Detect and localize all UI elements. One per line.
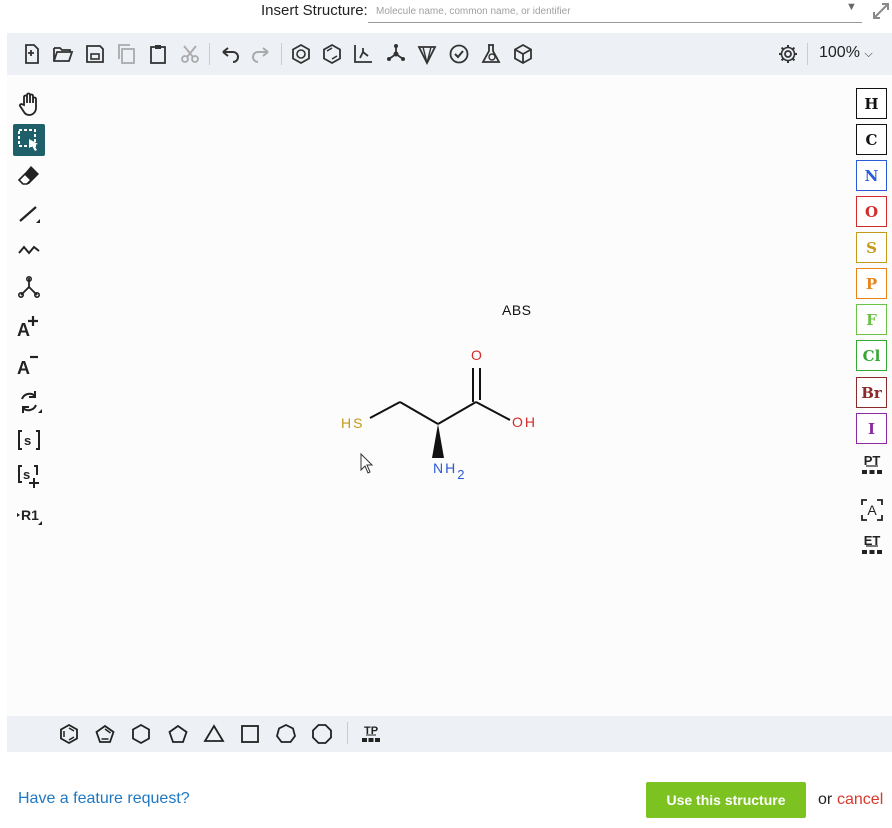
element-h-button[interactable]: H — [856, 88, 887, 119]
atom-nh-subscript: 2 — [457, 466, 467, 482]
expand-icon[interactable] — [870, 0, 892, 22]
calculate-icon[interactable] — [478, 41, 504, 67]
toolbar-divider — [209, 43, 210, 65]
svg-text:s: s — [24, 433, 31, 448]
cyclopentadiene-template-icon[interactable] — [92, 721, 118, 747]
insert-structure-input[interactable] — [368, 0, 862, 23]
zoom-select[interactable]: 100% ⌵ — [819, 44, 873, 62]
element-f-button[interactable]: F — [856, 304, 887, 335]
atom-nh2[interactable]: NH2 — [433, 460, 467, 482]
cyclooctane-template-icon[interactable] — [309, 721, 335, 747]
rgroup-icon[interactable]: R1 — [13, 498, 45, 530]
dearomatize-icon[interactable] — [319, 41, 345, 67]
element-br-button[interactable]: Br — [856, 377, 887, 408]
sgroup-add-icon[interactable]: s — [13, 460, 45, 492]
element-cl-button[interactable]: Cl — [856, 340, 887, 371]
aromatize-icon[interactable] — [288, 41, 314, 67]
benzene-template-icon[interactable] — [56, 721, 82, 747]
svg-text:A: A — [17, 320, 30, 339]
svg-text:R1: R1 — [21, 507, 39, 523]
atom-nh-label: NH — [433, 460, 458, 476]
template-toolbar: TP — [7, 716, 892, 752]
atom-o[interactable]: O — [471, 347, 484, 363]
toolbar-divider — [347, 722, 348, 744]
redo-icon[interactable] — [248, 41, 274, 67]
svg-text:A: A — [867, 502, 877, 518]
hand-icon[interactable] — [13, 88, 45, 120]
element-s-button[interactable]: S — [856, 232, 887, 263]
element-o-button[interactable]: O — [856, 196, 887, 227]
element-n-button[interactable]: N — [856, 160, 887, 191]
charge-plus-icon[interactable]: A — [13, 310, 45, 342]
save-icon[interactable] — [82, 41, 108, 67]
sgroup-icon[interactable]: s — [13, 424, 45, 456]
chain-icon[interactable] — [13, 234, 45, 266]
extended-table-button[interactable]: ET — [856, 530, 887, 560]
feature-request-link[interactable]: Have a feature request? — [18, 790, 190, 808]
element-c-button[interactable]: C — [856, 124, 887, 155]
cancel-link[interactable]: cancel — [837, 791, 883, 809]
new-document-icon[interactable] — [19, 41, 45, 67]
copy-icon[interactable] — [114, 41, 140, 67]
layout-icon[interactable] — [350, 41, 376, 67]
template-bond-icon[interactable] — [13, 272, 45, 304]
toolbar-divider — [807, 43, 808, 65]
left-toolbar: A A s s R1 — [7, 86, 53, 546]
cut-icon[interactable] — [177, 41, 203, 67]
single-bond-icon[interactable] — [13, 198, 45, 230]
template-library-button[interactable]: TP — [358, 721, 384, 747]
eraser-icon[interactable] — [13, 160, 45, 192]
rotate-icon[interactable] — [13, 386, 45, 418]
clean-structure-icon[interactable] — [383, 41, 409, 67]
atom-hs[interactable]: HS — [341, 415, 364, 431]
atom-oh[interactable]: OH — [512, 414, 537, 430]
cyclohexane-template-icon[interactable] — [128, 721, 154, 747]
chevron-down-icon[interactable]: ▼ — [846, 1, 857, 13]
atom-generic-icon[interactable]: A — [856, 495, 887, 525]
element-i-button[interactable]: I — [856, 413, 887, 444]
use-structure-button[interactable]: Use this structure — [646, 782, 806, 818]
cyclobutane-template-icon[interactable] — [237, 721, 263, 747]
settings-gear-icon[interactable] — [775, 41, 801, 67]
element-toolbar: H C N O S P F Cl Br I PT A ET — [852, 86, 892, 566]
element-p-button[interactable]: P — [856, 268, 887, 299]
stereo-icon[interactable] — [414, 41, 440, 67]
svg-text:A: A — [17, 358, 30, 377]
undo-icon[interactable] — [217, 41, 243, 67]
check-structure-icon[interactable] — [446, 41, 472, 67]
cyclopropane-template-icon[interactable] — [201, 721, 227, 747]
toolbar-divider — [281, 43, 282, 65]
drawing-canvas[interactable] — [7, 75, 892, 716]
open-folder-icon[interactable] — [50, 41, 76, 67]
paste-icon[interactable] — [145, 41, 171, 67]
cyclopentane-template-icon[interactable] — [165, 721, 191, 747]
cycloheptane-template-icon[interactable] — [273, 721, 299, 747]
abs-label: ABS — [502, 302, 532, 318]
svg-text:s: s — [23, 467, 30, 482]
periodic-table-button[interactable]: PT — [856, 450, 887, 480]
chevron-down-icon: ⌵ — [864, 48, 873, 60]
select-icon[interactable] — [13, 124, 45, 156]
charge-minus-icon[interactable]: A — [13, 348, 45, 380]
3d-view-icon[interactable] — [510, 41, 536, 67]
or-text: or — [818, 791, 833, 808]
zoom-value: 100% — [819, 44, 860, 61]
insert-structure-label: Insert Structure: — [261, 2, 368, 19]
insert-structure-bar: Insert Structure: ▼ — [0, 0, 892, 28]
main-toolbar: 100% ⌵ — [7, 33, 892, 75]
mouse-cursor-icon — [360, 453, 374, 474]
